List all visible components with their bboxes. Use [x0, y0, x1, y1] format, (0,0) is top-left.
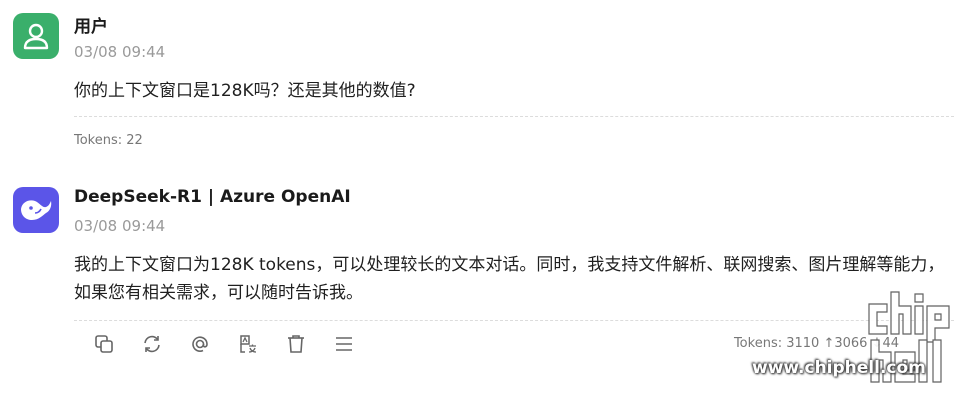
delete-button[interactable]	[272, 330, 320, 358]
user-message-time: 03/08 09:44	[74, 43, 166, 61]
regenerate-button[interactable]	[128, 330, 176, 358]
translate-icon	[240, 335, 257, 353]
menu-icon	[336, 337, 352, 351]
watermark-url: www.chiphell.com	[752, 358, 926, 378]
user-message-divider	[74, 116, 954, 117]
deepseek-whale-icon	[21, 200, 52, 220]
bot-message-divider	[74, 320, 954, 321]
message-action-toolbar	[80, 330, 368, 358]
mention-button[interactable]	[176, 330, 224, 358]
bot-message-content: 我的上下文窗口为128K tokens，可以处理较长的文本对话。同时，我支持文件…	[74, 255, 945, 303]
delete-icon	[288, 335, 304, 353]
more-menu-button[interactable]	[320, 330, 368, 358]
user-icon	[23, 23, 49, 50]
bot-avatar	[13, 187, 59, 233]
user-sender-name: 用户	[74, 17, 108, 37]
user-token-count: Tokens: 22	[74, 133, 143, 148]
translate-button[interactable]	[224, 330, 272, 358]
user-message-content: 你的上下文窗口是128K吗？还是其他的数值?	[74, 81, 416, 101]
regenerate-icon	[144, 335, 160, 353]
mention-icon	[192, 336, 208, 352]
copy-icon	[95, 335, 113, 353]
bot-sender-name: DeepSeek-R1 | Azure OpenAI	[74, 187, 351, 207]
user-avatar	[13, 13, 59, 59]
bot-message-time: 03/08 09:44	[74, 217, 166, 235]
copy-button[interactable]	[80, 330, 128, 358]
